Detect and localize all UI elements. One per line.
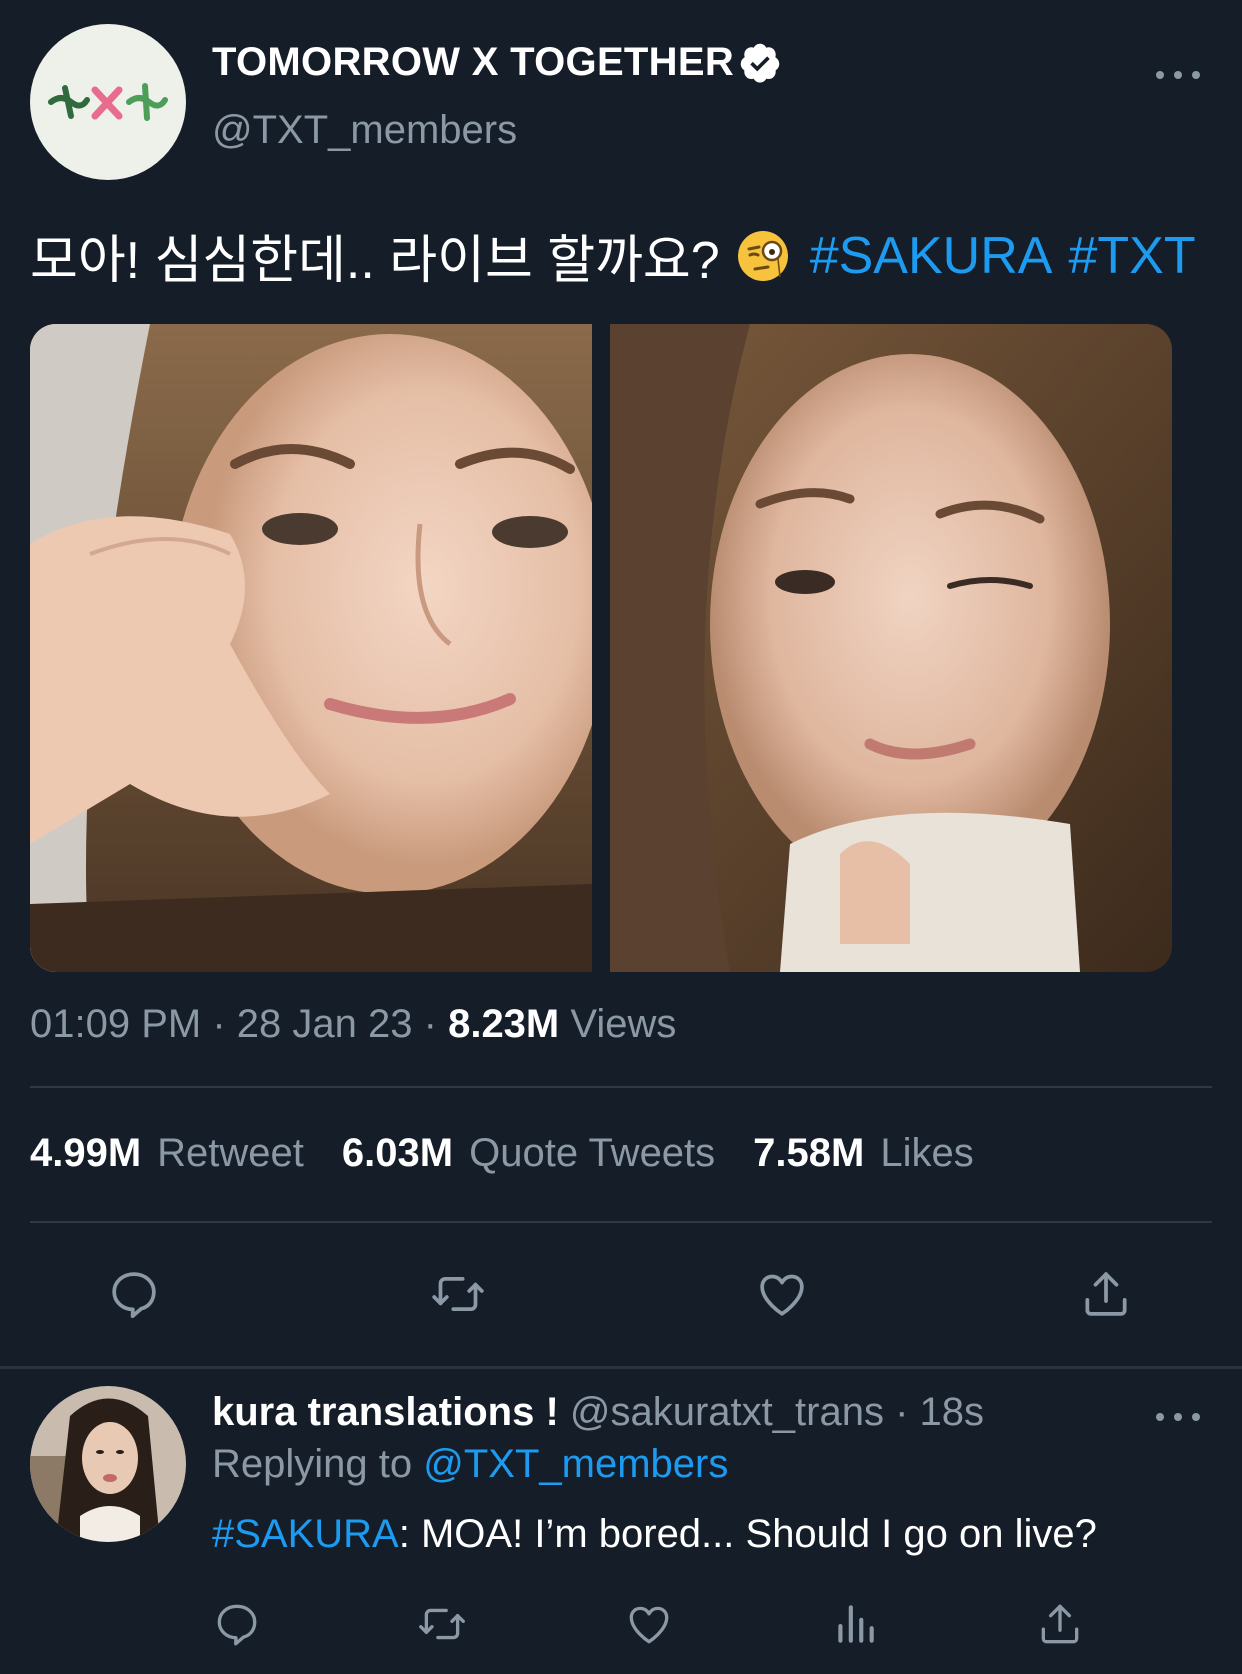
views-count: 8.23M: [448, 1002, 560, 1046]
tweet-time[interactable]: 01:09 PM: [30, 1002, 201, 1046]
like-icon[interactable]: [617, 1592, 681, 1656]
reply-header: kura translations ! @sakuratxt_trans · 1…: [212, 1390, 985, 1434]
reply-avatar-image: [30, 1386, 186, 1542]
share-icon[interactable]: [1028, 1592, 1092, 1656]
engagement-stats: 4.99M Retweet 6.03M Quote Tweets 7.58M Like…: [30, 1131, 974, 1176]
selfie-wink-image: [610, 324, 1172, 972]
profile-avatar[interactable]: [30, 24, 186, 180]
tweet-photo-2[interactable]: [610, 324, 1172, 972]
handle[interactable]: @TXT_members: [212, 108, 517, 153]
tweet-date[interactable]: 28 Jan 23: [237, 1002, 413, 1046]
tweet-meta: 01:09 PM · 28 Jan 23 · 8.23M Views: [30, 1002, 677, 1046]
divider: [30, 1086, 1212, 1088]
replying-to: Replying to @TXT_members: [212, 1442, 729, 1486]
reply-hashtag-link[interactable]: #SAKURA: [212, 1512, 399, 1556]
views-label: Views: [570, 1002, 677, 1046]
share-icon[interactable]: [1074, 1262, 1138, 1326]
reply-text: #SAKURA: MOA! I’m bored... Should I go o…: [212, 1512, 1097, 1557]
tweet-photo-1[interactable]: [30, 324, 592, 972]
reply-more-options-icon[interactable]: [1156, 1402, 1200, 1432]
monocle-face-emoji-icon: [737, 230, 788, 281]
views-icon[interactable]: [823, 1592, 887, 1656]
divider: [30, 1221, 1212, 1223]
replying-to-handle[interactable]: @TXT_members: [423, 1442, 728, 1486]
verified-badge-icon: [740, 43, 780, 83]
section-separator: [0, 1366, 1242, 1369]
more-options-icon[interactable]: [1156, 60, 1200, 90]
retweet-icon[interactable]: [426, 1262, 490, 1326]
quotes-stat[interactable]: 6.03M Quote Tweets: [342, 1131, 715, 1176]
txt-logo-icon: [48, 83, 168, 121]
tweet-text: 모아! 심심한데.. 라이브 할까요? #SAKURA #TXT: [30, 218, 1212, 293]
hashtag-link[interactable]: #SAKURA: [810, 226, 1053, 286]
reply-icon[interactable]: [102, 1262, 166, 1326]
reply-handle[interactable]: @sakuratxt_trans: [570, 1390, 884, 1434]
retweets-stat[interactable]: 4.99M Retweet: [30, 1131, 304, 1176]
selfie-heart-hand-image: [30, 324, 592, 972]
like-icon[interactable]: [750, 1262, 814, 1326]
reply-body: : MOA! I’m bored... Should I go on live?: [398, 1512, 1097, 1556]
reply-avatar[interactable]: [30, 1386, 186, 1542]
retweet-icon[interactable]: [410, 1592, 474, 1656]
reply-age[interactable]: 18s: [920, 1390, 985, 1434]
hashtag-link[interactable]: #TXT: [1068, 226, 1195, 286]
reply-icon[interactable]: [205, 1592, 269, 1656]
display-name[interactable]: TOMORROW X TOGETHER: [212, 40, 782, 85]
reply-display-name[interactable]: kura translations !: [212, 1390, 559, 1434]
likes-stat[interactable]: 7.58M Likes: [753, 1131, 974, 1176]
tweet-body: 모아! 심심한데.. 라이브 할까요?: [30, 232, 720, 290]
